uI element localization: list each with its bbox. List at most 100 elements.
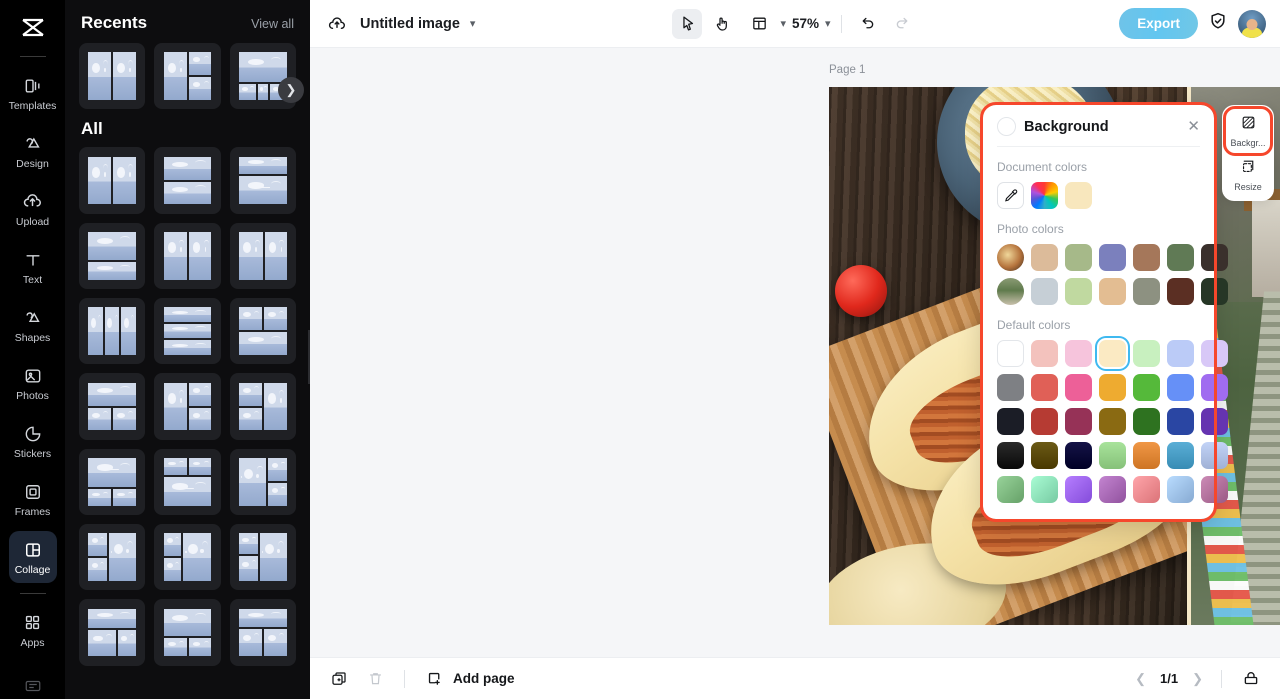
chevron-down-icon-layout[interactable]: ▾ (780, 17, 786, 30)
collage-template-thumb[interactable] (229, 599, 297, 666)
default-color-swatch[interactable] (1099, 340, 1126, 367)
collage-template-thumb[interactable] (79, 524, 146, 591)
collage-template-thumb[interactable] (154, 43, 221, 110)
collage-template-thumb[interactable] (229, 147, 297, 214)
photo-color-swatch[interactable] (1065, 244, 1092, 271)
photo-color-swatch[interactable] (1133, 278, 1160, 305)
sidebar-item-frames[interactable]: Frames (9, 473, 57, 525)
photo-color-swatch[interactable] (1201, 244, 1228, 271)
default-color-swatch[interactable] (1031, 476, 1058, 503)
sidebar-item-apps[interactable]: Apps (9, 604, 57, 656)
background-tool-button[interactable]: Backgr... (1223, 106, 1273, 156)
default-color-swatch[interactable] (1099, 442, 1126, 469)
default-color-swatch[interactable] (1065, 442, 1092, 469)
default-color-swatch[interactable] (997, 340, 1024, 367)
sidebar-item-shapes[interactable]: Shapes (9, 299, 57, 351)
default-color-swatch[interactable] (1065, 374, 1092, 401)
timeline-icon[interactable] (1240, 668, 1262, 690)
chevron-right-icon[interactable]: ❯ (278, 77, 304, 103)
default-color-swatch[interactable] (1133, 442, 1160, 469)
default-color-swatch[interactable] (1201, 374, 1228, 401)
undo-button[interactable] (852, 9, 882, 39)
sidebar-item-collage[interactable]: Collage (8, 531, 57, 583)
tacos-thumb[interactable] (997, 244, 1024, 271)
photo-color-swatch[interactable] (1133, 244, 1160, 271)
collage-template-thumb[interactable] (154, 373, 221, 440)
collage-template-thumb[interactable] (229, 298, 297, 365)
default-color-swatch[interactable] (1031, 408, 1058, 435)
chevron-down-icon[interactable]: ▾ (470, 17, 476, 30)
default-color-swatch[interactable] (1201, 476, 1228, 503)
default-color-swatch[interactable] (1099, 476, 1126, 503)
shield-check-icon[interactable] (1208, 11, 1228, 36)
hand-tool-button[interactable] (708, 9, 738, 39)
collage-template-thumb[interactable] (154, 599, 221, 666)
default-color-swatch[interactable] (1065, 340, 1092, 367)
photo-color-swatch[interactable] (1031, 278, 1058, 305)
rail-bottom-icon[interactable] (0, 679, 65, 693)
canvas-area[interactable]: Page 1 Background ✕ Document colors Phot… (310, 48, 1280, 657)
photo-color-swatch[interactable] (1167, 278, 1194, 305)
sidebar-item-design[interactable]: Design (9, 125, 57, 177)
bridge-thumb[interactable] (997, 278, 1024, 305)
redo-button[interactable] (888, 9, 918, 39)
photo-color-swatch[interactable] (1099, 278, 1126, 305)
rainbow-color-picker[interactable] (1031, 182, 1058, 209)
sidebar-item-upload[interactable]: Upload (9, 183, 57, 235)
default-color-swatch[interactable] (1167, 374, 1194, 401)
collage-template-thumb[interactable] (79, 222, 146, 290)
chevron-down-icon-zoom[interactable]: ▾ (825, 17, 831, 30)
sidebar-item-stickers[interactable]: Stickers (9, 415, 57, 467)
collage-template-thumb[interactable] (154, 524, 221, 591)
eyedropper-icon[interactable] (997, 182, 1024, 209)
cloud-upload-icon[interactable] (324, 11, 350, 37)
collage-template-thumb[interactable] (79, 298, 146, 365)
close-icon[interactable]: ✕ (1187, 119, 1200, 134)
default-color-swatch[interactable] (1133, 374, 1160, 401)
default-color-swatch[interactable] (1167, 340, 1194, 367)
collage-template-thumb[interactable] (229, 222, 297, 290)
default-color-swatch[interactable] (1099, 374, 1126, 401)
collage-template-thumb[interactable] (229, 448, 297, 516)
default-color-swatch[interactable] (1133, 340, 1160, 367)
view-all-link[interactable]: View all (251, 17, 294, 31)
collage-template-thumb[interactable] (154, 222, 221, 290)
default-color-swatch[interactable] (1031, 340, 1058, 367)
collage-template-thumb[interactable] (154, 147, 221, 214)
collage-template-thumb[interactable] (154, 298, 221, 365)
default-color-swatch[interactable] (1201, 442, 1228, 469)
default-color-swatch[interactable] (997, 476, 1024, 503)
sidebar-item-photos[interactable]: Photos (9, 357, 57, 409)
collage-template-thumb[interactable] (229, 524, 297, 591)
collage-template-thumb[interactable] (79, 448, 146, 516)
trash-icon[interactable] (364, 668, 386, 690)
capcut-logo-icon[interactable] (13, 10, 53, 48)
document-color-cream[interactable] (1065, 182, 1092, 209)
photo-color-swatch[interactable] (1031, 244, 1058, 271)
collage-template-thumb[interactable] (79, 599, 146, 666)
sidebar-item-text[interactable]: Text (9, 241, 57, 293)
default-color-swatch[interactable] (1031, 374, 1058, 401)
current-background-swatch[interactable] (997, 117, 1016, 136)
default-color-swatch[interactable] (1133, 408, 1160, 435)
next-page-button[interactable]: ❯ (1192, 671, 1203, 687)
sidebar-item-templates[interactable]: Templates (9, 67, 57, 119)
collage-template-thumb[interactable] (79, 373, 146, 440)
default-color-swatch[interactable] (1065, 476, 1092, 503)
default-color-swatch[interactable] (1167, 408, 1194, 435)
zoom-level[interactable]: 57% (792, 16, 819, 31)
default-color-swatch[interactable] (1065, 408, 1092, 435)
export-button[interactable]: Export (1119, 8, 1198, 39)
collage-template-thumb[interactable] (79, 43, 146, 110)
prev-page-button[interactable]: ❮ (1135, 671, 1146, 687)
default-color-swatch[interactable] (997, 408, 1024, 435)
resize-tool-button[interactable]: Resize (1226, 153, 1270, 197)
layout-tool-button[interactable] (744, 9, 774, 39)
photo-color-swatch[interactable] (1167, 244, 1194, 271)
add-page-button[interactable]: Add page (423, 668, 515, 690)
duplicate-page-icon[interactable] (328, 668, 350, 690)
default-color-swatch[interactable] (997, 442, 1024, 469)
default-color-swatch[interactable] (997, 374, 1024, 401)
document-title[interactable]: Untitled image (360, 16, 460, 32)
collage-template-thumb[interactable] (229, 373, 297, 440)
